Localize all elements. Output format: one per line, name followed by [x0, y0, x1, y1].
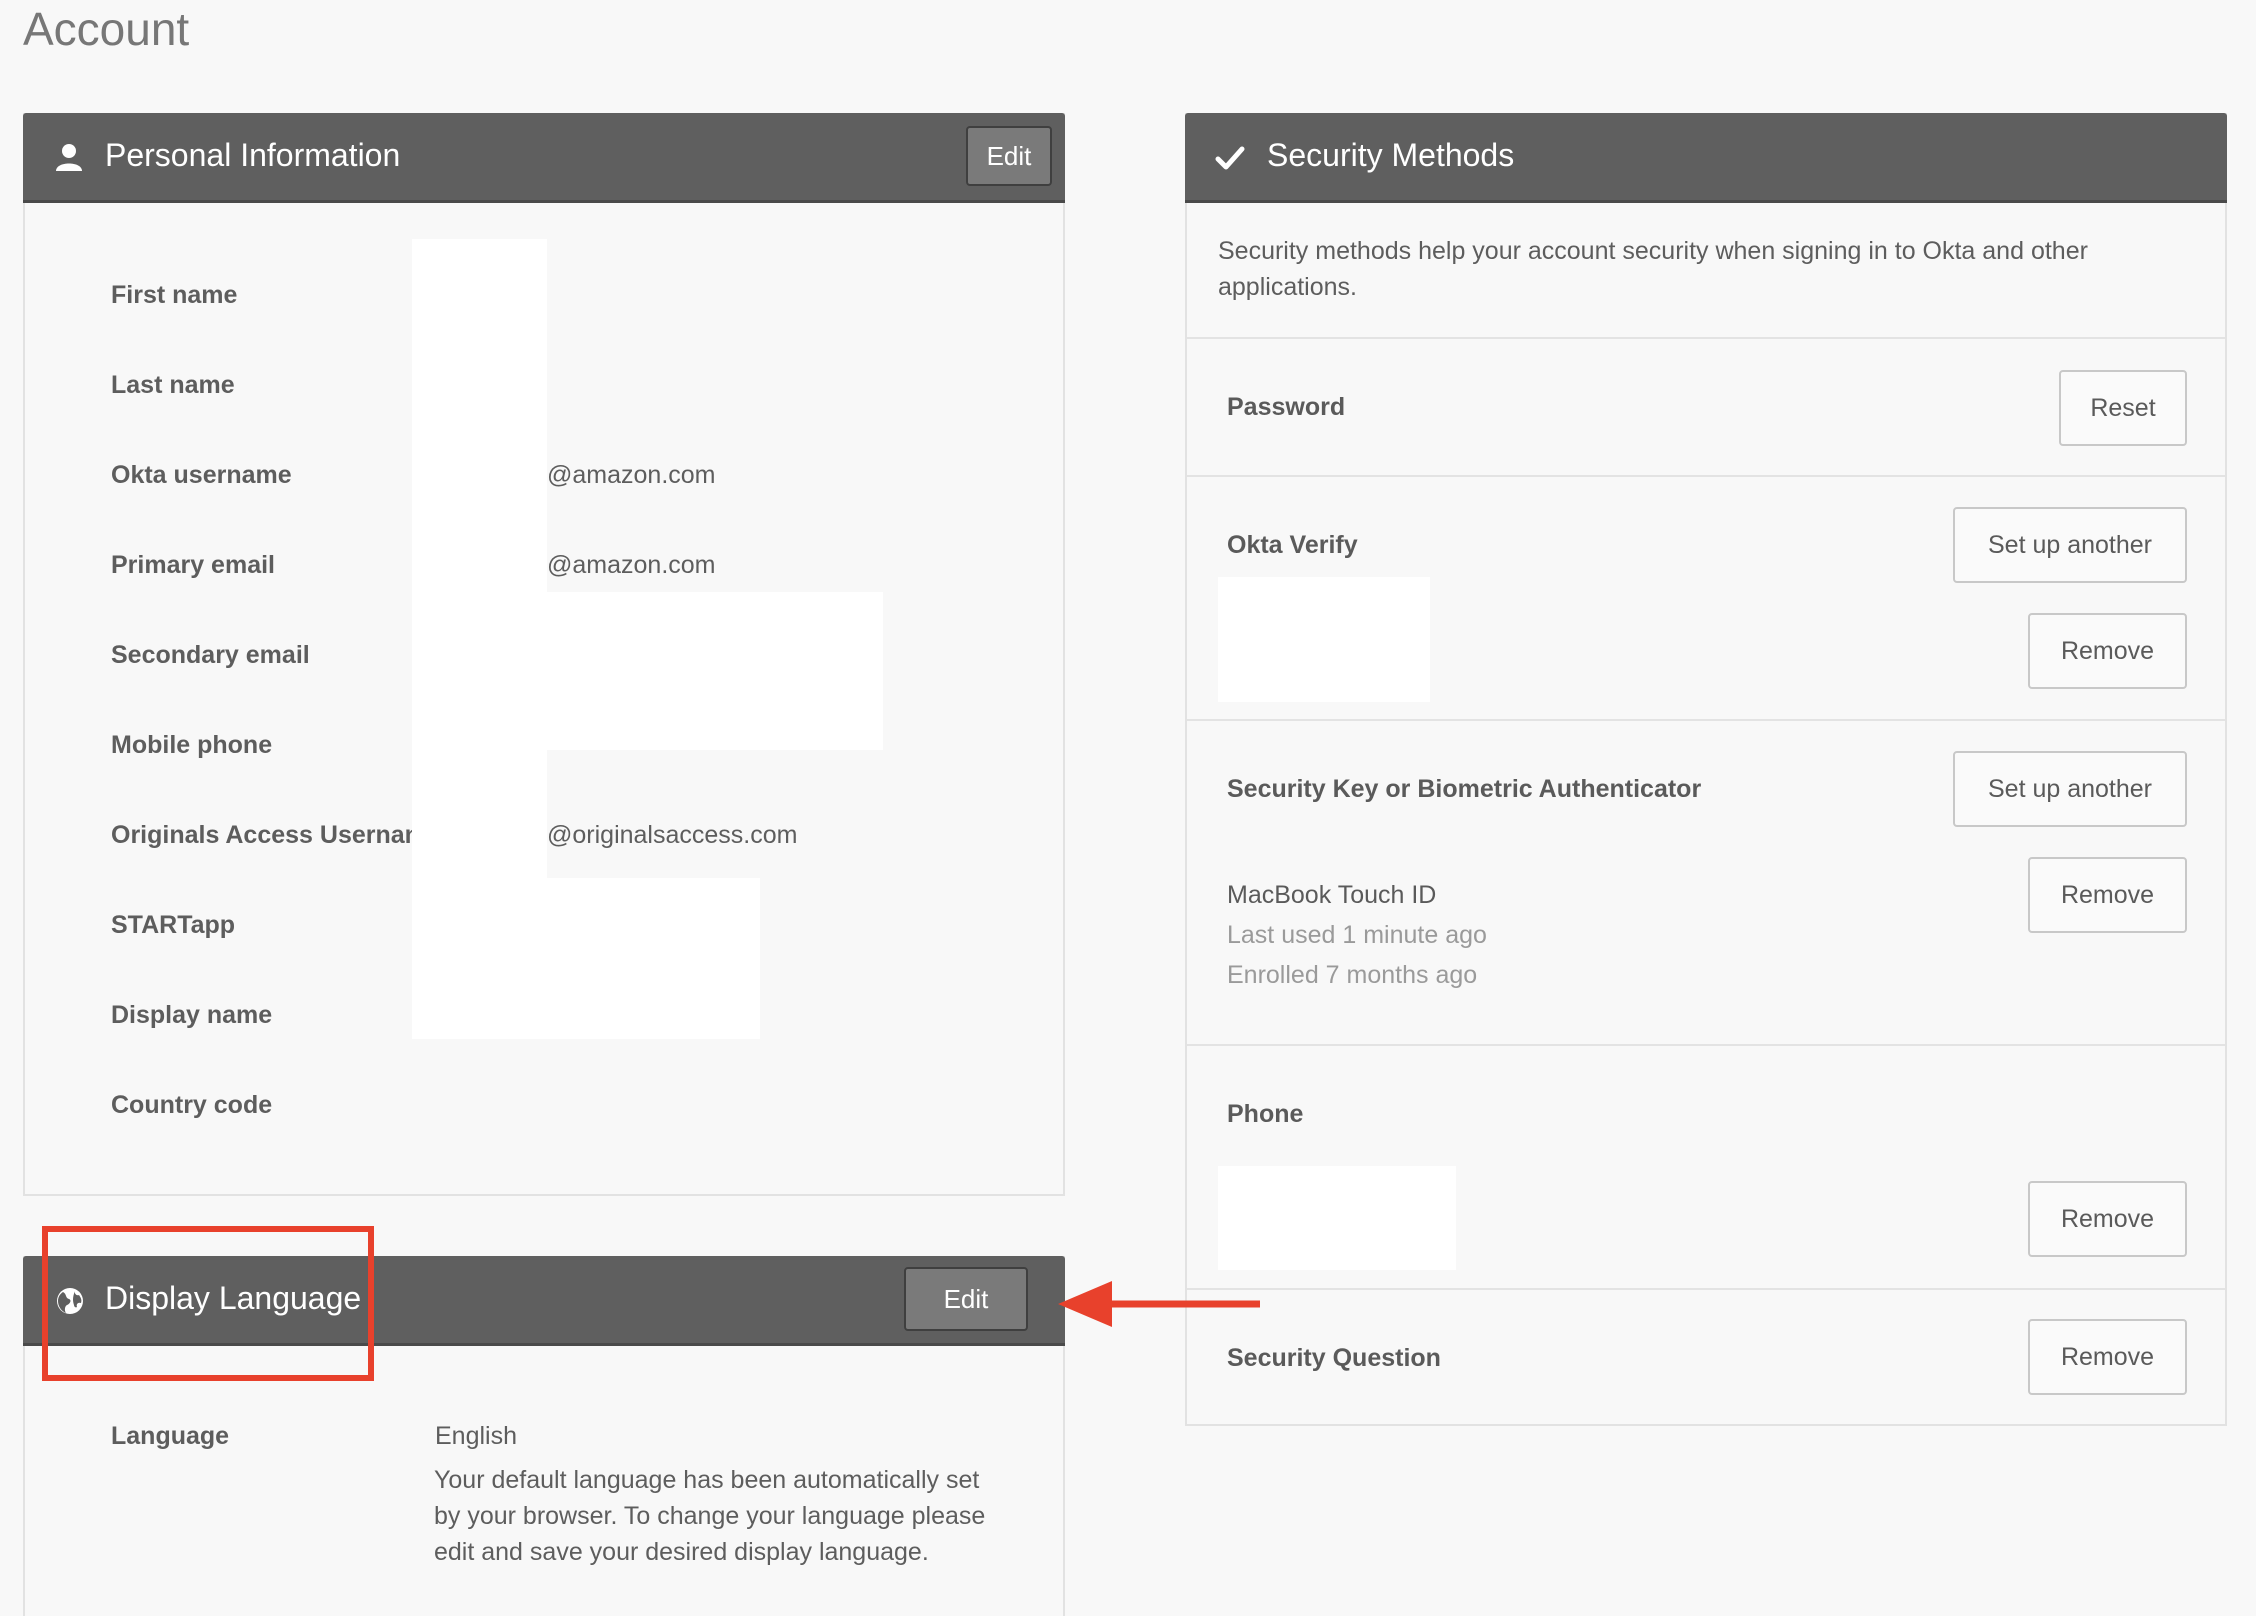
display-language-edit-button[interactable]: Edit: [904, 1267, 1028, 1331]
personal-info-title: Personal Information: [105, 137, 401, 173]
security-key-last-used: Last used 1 minute ago: [1227, 921, 1487, 949]
phone-remove-button[interactable]: Remove: [2028, 1181, 2187, 1257]
field-label-secondary-email: Secondary email: [111, 641, 310, 669]
security-key-enrolled: Enrolled 7 months ago: [1227, 961, 1478, 989]
page-title: Account: [23, 3, 190, 55]
annotation-arrow: [1058, 1281, 1260, 1327]
personal-info-header: Personal Information Edit: [23, 113, 1065, 203]
okta-verify-label: Okta Verify: [1227, 531, 1358, 559]
redacted-area: [412, 878, 760, 1039]
field-label-display-name: Display name: [111, 1001, 273, 1029]
field-label-startapp: STARTapp: [111, 911, 236, 939]
language-value: English: [435, 1422, 517, 1450]
highlight-box: [42, 1226, 374, 1381]
security-methods-description: Security methods help your account secur…: [1218, 237, 2088, 265]
field-label-last-name: Last name: [111, 371, 235, 399]
checkmark-icon: [1215, 143, 1245, 173]
field-label-primary-email: Primary email: [111, 551, 275, 579]
security-methods-header: Security Methods: [1185, 113, 2227, 203]
field-label-first-name: First name: [111, 281, 238, 309]
phone-label: Phone: [1227, 1100, 1304, 1128]
field-label-okta-username: Okta username: [111, 461, 292, 489]
field-label-mobile-phone: Mobile phone: [111, 731, 273, 759]
personal-info-panel: Personal Information Edit First name Las…: [23, 113, 1065, 1196]
okta-verify-remove-button[interactable]: Remove: [2028, 613, 2187, 689]
password-label: Password: [1227, 393, 1346, 421]
security-key-device-name: MacBook Touch ID: [1227, 881, 1437, 909]
language-note-line: edit and save your desired display langu…: [434, 1538, 929, 1566]
security-key-label: Security Key or Biometric Authenticator: [1227, 775, 1702, 803]
user-icon: [53, 141, 85, 173]
language-note-line: Your default language has been automatic…: [434, 1466, 980, 1494]
password-reset-button[interactable]: Reset: [2059, 370, 2187, 446]
divider: [1187, 475, 2225, 477]
field-label-country-code: Country code: [111, 1091, 273, 1119]
field-label-originals-access-username: Originals Access Username: [111, 821, 441, 849]
divider: [1187, 1288, 2225, 1290]
language-note-line: by your browser. To change your language…: [434, 1502, 986, 1530]
divider: [1187, 1044, 2225, 1046]
security-methods-title: Security Methods: [1267, 137, 1515, 173]
language-label: Language: [111, 1422, 230, 1450]
divider: [1187, 337, 2225, 339]
security-question-remove-button[interactable]: Remove: [2028, 1319, 2187, 1395]
redacted-area: [1218, 577, 1430, 702]
redacted-area: [1218, 1166, 1456, 1270]
field-value-originals-access-username: @originalsaccess.com: [547, 821, 798, 849]
field-value-okta-username: @amazon.com: [547, 461, 716, 489]
okta-verify-setup-button[interactable]: Set up another: [1953, 507, 2187, 583]
security-question-label: Security Question: [1227, 1344, 1441, 1372]
security-key-setup-button[interactable]: Set up another: [1953, 751, 2187, 827]
redacted-area: [545, 592, 883, 750]
personal-info-edit-button[interactable]: Edit: [966, 126, 1052, 186]
security-methods-description: applications.: [1218, 273, 1357, 301]
security-key-remove-button[interactable]: Remove: [2028, 857, 2187, 933]
field-value-primary-email: @amazon.com: [547, 551, 716, 579]
divider: [1187, 719, 2225, 721]
security-methods-panel: Security Methods Security methods help y…: [1185, 113, 2227, 1426]
